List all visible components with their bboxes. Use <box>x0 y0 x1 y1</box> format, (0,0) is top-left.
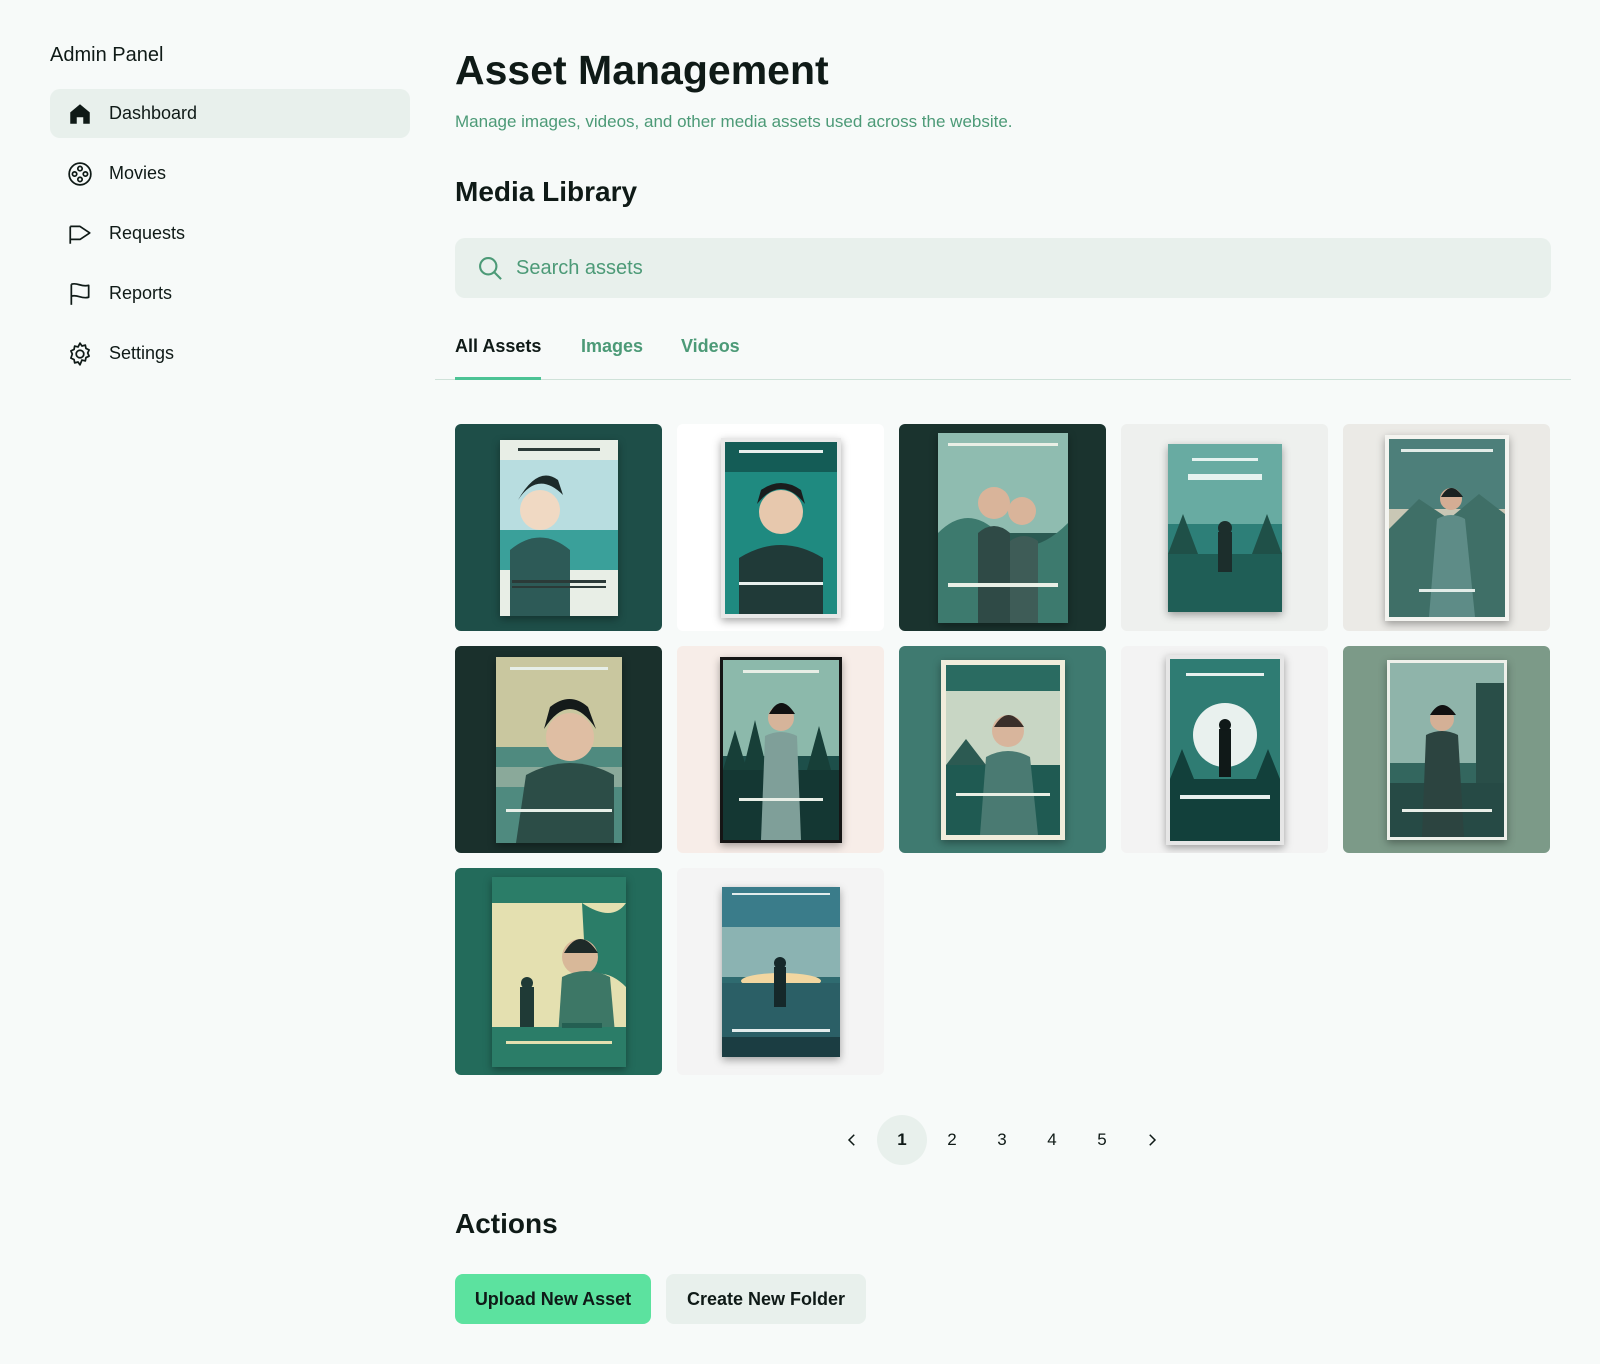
sidebar-item-movies[interactable]: Movies <box>50 149 410 198</box>
page-button-4[interactable]: 4 <box>1027 1115 1077 1165</box>
asset-thumbnail[interactable] <box>899 646 1106 853</box>
poster-image <box>721 886 840 1057</box>
create-new-folder-button[interactable]: Create New Folder <box>666 1274 866 1324</box>
page-title: Asset Management <box>455 47 829 93</box>
sidebar-item-label: Requests <box>109 223 186 243</box>
asset-thumbnail[interactable] <box>677 424 884 631</box>
flag-icon <box>67 281 93 307</box>
poster-image <box>720 437 841 618</box>
asset-thumbnail[interactable] <box>1121 646 1328 853</box>
search-icon <box>476 254 504 282</box>
upload-new-asset-button[interactable]: Upload New Asset <box>455 1274 651 1324</box>
tab-bar: All Assets Images Videos <box>435 324 1571 380</box>
sidebar-item-label: Reports <box>109 283 173 303</box>
asset-thumbnail[interactable] <box>1121 424 1328 631</box>
poster-image <box>1384 434 1509 621</box>
film-reel-icon <box>67 161 93 187</box>
sidebar-item-settings[interactable]: Settings <box>50 329 410 378</box>
page-subtitle: Manage images, videos, and other media a… <box>455 112 1013 131</box>
sidebar-item-dashboard[interactable]: Dashboard <box>50 89 410 138</box>
poster-image <box>1386 659 1507 840</box>
megaphone-icon <box>67 221 93 247</box>
chevron-left-icon <box>847 1134 855 1146</box>
pagination: 1 2 3 4 5 <box>827 1115 1177 1165</box>
asset-thumbnail[interactable] <box>455 646 662 853</box>
sidebar: Admin Panel Dashboard Movies Requests Re… <box>50 44 410 389</box>
tab-videos[interactable]: Videos <box>681 336 740 357</box>
asset-thumbnail[interactable] <box>677 646 884 853</box>
search-input[interactable] <box>516 256 1416 280</box>
media-library-title: Media Library <box>455 176 638 207</box>
page-button-5[interactable]: 5 <box>1077 1115 1127 1165</box>
asset-grid <box>455 424 1550 1075</box>
asset-thumbnail[interactable] <box>677 868 884 1075</box>
chevron-right-icon <box>1149 1134 1157 1146</box>
brand-title: Admin Panel <box>50 44 164 66</box>
prev-page-button[interactable] <box>827 1115 877 1165</box>
tab-images[interactable]: Images <box>581 336 643 357</box>
sidebar-item-reports[interactable]: Reports <box>50 269 410 318</box>
asset-thumbnail[interactable] <box>455 868 662 1075</box>
page-button-2[interactable]: 2 <box>927 1115 977 1165</box>
actions-title: Actions <box>455 1208 558 1239</box>
poster-image <box>495 656 622 843</box>
poster-image <box>1167 443 1282 612</box>
home-icon <box>67 101 93 127</box>
active-tab-indicator <box>455 377 541 380</box>
sidebar-item-label: Movies <box>109 163 167 183</box>
page-button-3[interactable]: 3 <box>977 1115 1027 1165</box>
asset-thumbnail[interactable] <box>1343 424 1550 631</box>
next-page-button[interactable] <box>1127 1115 1177 1165</box>
sidebar-item-label: Settings <box>109 343 175 363</box>
gear-icon <box>67 341 93 367</box>
poster-image <box>937 432 1068 623</box>
sidebar-item-requests[interactable]: Requests <box>50 209 410 258</box>
poster-image <box>940 659 1065 840</box>
poster-image <box>491 876 626 1067</box>
poster-image <box>719 656 842 843</box>
sidebar-item-label: Dashboard <box>109 103 198 123</box>
main-content: Asset Management Manage images, videos, … <box>435 44 1572 380</box>
asset-thumbnail[interactable] <box>899 424 1106 631</box>
search-bar[interactable] <box>455 238 1551 298</box>
asset-thumbnail[interactable] <box>455 424 662 631</box>
page-button-1[interactable]: 1 <box>877 1115 927 1165</box>
tab-all-assets[interactable]: All Assets <box>455 336 541 357</box>
poster-image <box>1165 654 1284 845</box>
asset-thumbnail[interactable] <box>1343 646 1550 853</box>
poster-image <box>499 439 618 616</box>
